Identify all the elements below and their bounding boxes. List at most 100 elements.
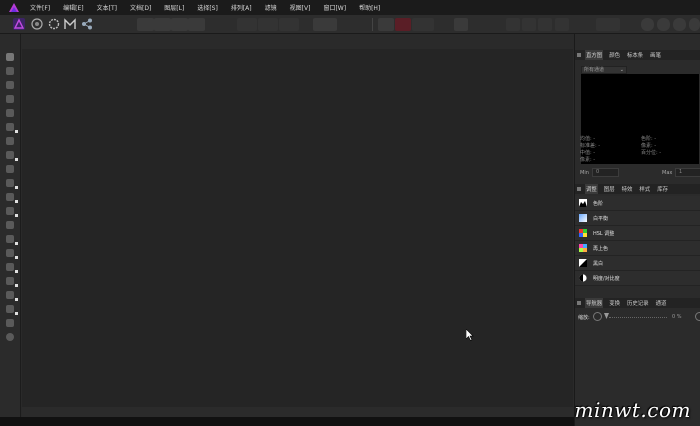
snapping-button-1[interactable] <box>506 18 520 31</box>
shape-tool-icon[interactable] <box>4 290 18 301</box>
zoom-in-icon[interactable] <box>695 312 700 321</box>
zoom-slider[interactable] <box>609 317 667 318</box>
min-field[interactable]: 0 <box>592 168 619 177</box>
hsl-icon <box>579 229 587 237</box>
selection-mode-button-3[interactable] <box>279 18 299 31</box>
adjustment-levels[interactable]: 色阶 <box>575 196 700 211</box>
pen-tool-icon[interactable] <box>4 276 18 287</box>
paint-brush-tool-icon[interactable] <box>4 178 18 189</box>
tab-history[interactable]: 历史记录 <box>626 298 650 308</box>
stat-level: 色阶: - <box>641 136 657 142</box>
adjustment-white-balance[interactable]: 白平衡 <box>575 211 700 226</box>
selection-mode-button-2[interactable] <box>258 18 278 31</box>
auto-colors-button[interactable] <box>171 18 188 31</box>
zoom-fit-button[interactable] <box>657 18 670 31</box>
histogram-display <box>581 74 699 164</box>
affinity-photo-logo-icon[interactable] <box>8 2 20 13</box>
zoom-in-button[interactable] <box>673 18 686 31</box>
channel-select[interactable]: 所有通道 ⌄ <box>581 66 627 74</box>
menu-edit[interactable]: 编辑[E] <box>63 3 83 12</box>
straighten-tool-icon[interactable] <box>4 94 16 104</box>
zoom-slider-handle-icon[interactable] <box>604 313 609 319</box>
tab-adjustment[interactable]: 调整 <box>585 184 598 194</box>
view-tool-icon[interactable] <box>4 318 16 328</box>
tab-effects[interactable]: 特效 <box>621 184 634 194</box>
menu-filters[interactable]: 滤镜 <box>265 3 277 12</box>
smudge-tool-icon[interactable] <box>4 234 18 245</box>
assistant-button[interactable] <box>454 18 468 31</box>
view-mode-button[interactable] <box>378 18 394 31</box>
menu-select[interactable]: 选择[S] <box>197 3 218 12</box>
tone-mapping-persona-icon[interactable] <box>64 18 76 30</box>
workspace-dropdown[interactable] <box>596 18 620 31</box>
snapping-button-2[interactable] <box>522 18 536 31</box>
adjustment-tab-bar: 调整 图层 特效 样式 库存 <box>575 184 700 194</box>
black-white-icon <box>579 259 587 267</box>
snapping-button-3[interactable] <box>538 18 552 31</box>
stat-std-dev: 标准差: - <box>580 143 601 149</box>
blur-tool-icon[interactable] <box>4 248 18 259</box>
color-mode-button[interactable] <box>395 18 411 31</box>
tab-histogram[interactable]: 直方图 <box>585 50 604 60</box>
panel-grip-icon[interactable] <box>577 301 581 305</box>
liquify-persona-icon[interactable] <box>31 18 43 30</box>
tab-brushes[interactable]: 画笔 <box>649 50 662 60</box>
marquee-tool-icon[interactable] <box>4 108 16 118</box>
tab-transform[interactable]: 变换 <box>608 298 621 308</box>
zoom-label: 缩放: <box>578 315 590 321</box>
auto-levels-button[interactable] <box>137 18 154 31</box>
tab-channels[interactable]: 通道 <box>655 298 668 308</box>
menu-text[interactable]: 文本[T] <box>97 3 117 12</box>
move-tool-icon[interactable] <box>4 66 16 76</box>
tab-layers[interactable]: 图层 <box>603 184 616 194</box>
adjustment-recolor[interactable]: 再上色 <box>575 241 700 256</box>
panel-grip-icon[interactable] <box>577 187 581 191</box>
menu-file[interactable]: 文件[F] <box>30 3 50 12</box>
tab-styles[interactable]: 样式 <box>638 184 651 194</box>
clone-tool-icon[interactable] <box>4 220 16 230</box>
zoom-actual-button[interactable] <box>689 18 700 31</box>
export-persona-icon[interactable] <box>81 18 93 30</box>
tab-navigator[interactable]: 导航器 <box>585 298 604 308</box>
healing-brush-tool-icon[interactable] <box>4 262 18 273</box>
auto-contrast-button[interactable] <box>154 18 171 31</box>
snapping-button-4[interactable] <box>555 18 569 31</box>
max-field[interactable]: 1 <box>675 168 700 177</box>
selection-brush-tool-icon[interactable] <box>4 122 18 133</box>
hand-tool-icon[interactable] <box>4 52 16 62</box>
menu-view[interactable]: 视图[V] <box>290 3 311 12</box>
flood-fill-tool-icon[interactable] <box>4 136 16 146</box>
erase-brush-tool-icon[interactable] <box>4 192 18 203</box>
develop-persona-icon[interactable] <box>48 18 60 30</box>
menu-help[interactable]: 帮助[H] <box>359 3 380 12</box>
adjustment-brightness-contrast[interactable]: 明度/对比度 <box>575 271 700 286</box>
canvas-bottom-strip <box>22 407 573 417</box>
photo-persona-icon[interactable] <box>13 18 25 30</box>
menu-bar: 文件[F] 编辑[E] 文本[T] 文档[D] 图层[L] 选择[S] 排列[A… <box>0 0 700 15</box>
quick-mask-dropdown[interactable] <box>313 18 337 31</box>
panel-grip-icon[interactable] <box>577 53 581 57</box>
menu-window[interactable]: 窗口[W] <box>323 3 346 12</box>
selection-mode-button-1[interactable] <box>237 18 257 31</box>
menu-document[interactable]: 文档[D] <box>130 3 151 12</box>
zoom-tool-icon[interactable] <box>4 332 16 342</box>
tab-color[interactable]: 颜色 <box>608 50 621 60</box>
menu-arrange[interactable]: 排列[A] <box>231 3 252 12</box>
tab-swatches[interactable]: 标本条 <box>626 50 644 60</box>
auto-white-balance-button[interactable] <box>188 18 205 31</box>
gradient-tool-icon[interactable] <box>4 150 18 161</box>
zoom-out-icon[interactable] <box>593 312 602 321</box>
tab-stock[interactable]: 库存 <box>656 184 669 194</box>
view-dropdown[interactable] <box>412 18 434 31</box>
white-balance-icon <box>579 214 587 222</box>
crop-tool-icon[interactable] <box>4 80 16 90</box>
text-tool-icon[interactable] <box>4 304 18 315</box>
tools-panel <box>0 34 21 426</box>
document-canvas[interactable] <box>22 49 573 407</box>
zoom-out-button[interactable] <box>641 18 654 31</box>
adjustment-hsl[interactable]: HSL 调整 <box>575 226 700 241</box>
color-picker-tool-icon[interactable] <box>4 164 16 174</box>
adjustment-black-white[interactable]: 黑白 <box>575 256 700 271</box>
menu-layer[interactable]: 图层[L] <box>164 3 184 12</box>
dodge-tool-icon[interactable] <box>4 206 18 217</box>
